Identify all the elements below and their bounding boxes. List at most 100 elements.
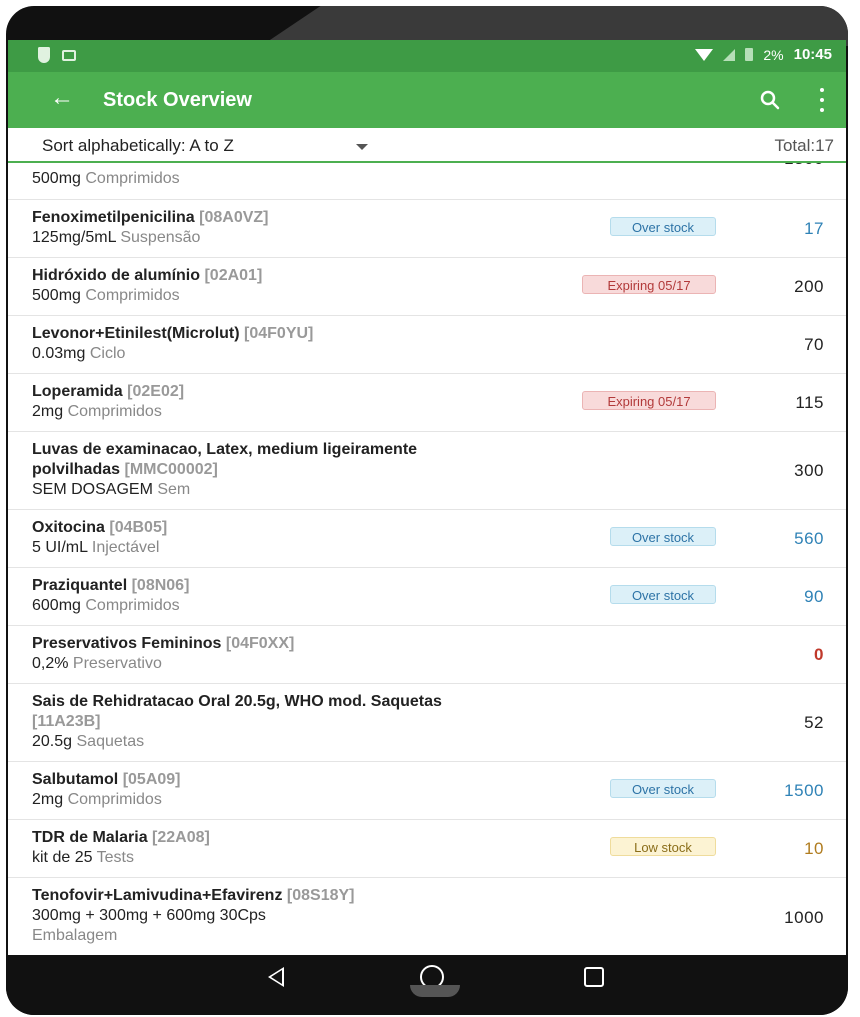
stock-list[interactable]: 500mg Comprimidos 1300 Fenoximetilpenici… [8, 163, 846, 955]
item-name-label: Sais de Rehidratacao Oral 20.5g, WHO mod… [32, 693, 442, 710]
status-bar: 2% 10:45 [8, 40, 846, 72]
item-code: [MMC00002] [124, 461, 218, 478]
status-badge: Over stock [610, 217, 716, 236]
item-code: [08N06] [131, 577, 190, 594]
item-unit: Tests [96, 849, 134, 866]
item-dose-value: 125mg/5mL [32, 229, 116, 246]
item-dose: 5 UI/mL Injectável [32, 538, 596, 558]
list-item[interactable]: Levonor+Etinilest(Microlut) [04F0YU] 0.03… [8, 316, 846, 374]
item-dose: 0.03mg Ciclo [32, 344, 596, 364]
list-item[interactable]: Hidróxido de alumínio [02A01] 500mg Compr… [8, 258, 846, 316]
item-code: [02A01] [204, 267, 263, 284]
item-dose: 500mg Comprimidos [32, 170, 180, 187]
item-name-label: Oxitocina [32, 519, 105, 536]
item-text: Fenoximetilpenicilina [08A0VZ] 125mg/5mL … [32, 208, 596, 248]
item-quantity: 1500 [784, 781, 824, 800]
item-name-label: Preservativos Femininos [32, 635, 222, 652]
item-dose: 500mg Comprimidos [32, 286, 596, 306]
item-code: [11A23B] [32, 713, 101, 730]
list-item[interactable]: Praziquantel [08N06] 600mg Comprimidos Ove… [8, 568, 846, 626]
item-dose-value: 0,2% [32, 655, 69, 672]
item-unit: Ciclo [89, 345, 126, 362]
item-dose-value: 20.5g [32, 733, 73, 750]
app-bar: ← Stock Overview [8, 72, 846, 128]
item-code: [08S18Y] [286, 887, 355, 904]
screen: 2% 10:45 ← Stock Overview Sort alphabeti… [8, 40, 846, 955]
list-item[interactable]: Loperamida [02E02] 2mg Comprimidos Expirin… [8, 374, 846, 432]
list-item[interactable]: Fenoximetilpenicilina [08A0VZ] 125mg/5mL … [8, 200, 846, 258]
item-dose: SEM DOSAGEM Sem [32, 480, 466, 500]
item-name: Luvas de examinacao, Latex, medium ligei… [32, 440, 466, 480]
list-item[interactable]: Salbutamol [05A09] 2mg Comprimidos Over st… [8, 762, 846, 820]
item-dose: 2mg Comprimidos [32, 790, 596, 810]
item-name: Oxitocina [04B05] [32, 518, 596, 538]
item-name-label: TDR de Malaria [32, 829, 148, 846]
wifi-icon [695, 48, 714, 61]
status-time: 10:45 [793, 46, 832, 63]
more-options-icon[interactable] [818, 88, 826, 112]
battery-icon [745, 48, 754, 61]
item-unit: Embalagem [32, 927, 118, 944]
item-code: [05A09] [122, 771, 181, 788]
item-dose-value: SEM DOSAGEM [32, 481, 153, 498]
item-name-label: Loperamida [32, 383, 123, 400]
item-name-label: Tenofovir+Lamivudina+Efavirenz [32, 887, 283, 904]
status-badge: Over stock [610, 779, 716, 798]
item-unit: Injectável [91, 539, 160, 556]
item-text: Preservativos Femininos [04F0XX] 0,2% Pre… [32, 634, 596, 674]
item-name: Tenofovir+Lamivudina+Efavirenz [08S18Y] [32, 886, 476, 906]
item-name: Loperamida [02E02] [32, 382, 596, 402]
item-code: [02E02] [127, 383, 185, 400]
item-text: Loperamida [02E02] 2mg Comprimidos [32, 382, 596, 422]
image-notification-icon [62, 49, 76, 61]
item-code: [22A08] [152, 829, 210, 846]
list-item[interactable]: Preservativos Femininos [04F0XX] 0,2% Pre… [8, 626, 846, 684]
nav-recents-icon[interactable] [584, 967, 604, 987]
item-dose: 600mg Comprimidos [32, 596, 596, 616]
back-arrow-icon[interactable]: ← [50, 86, 74, 110]
nav-back-icon[interactable] [268, 967, 284, 987]
item-quantity: 300 [794, 461, 824, 480]
item-quantity: 52 [804, 713, 824, 732]
item-dose-value: 300mg + 300mg + 600mg 30Cps [32, 907, 266, 924]
item-dose: 125mg/5mL Suspensão [32, 228, 596, 248]
item-unit: Sem [157, 481, 191, 498]
chevron-down-icon[interactable] [356, 144, 368, 150]
list-item[interactable]: Sais de Rehidratacao Oral 20.5g, WHO mod… [8, 684, 846, 762]
search-icon[interactable] [756, 86, 784, 114]
item-dose-value: kit de 25 [32, 849, 93, 866]
list-item[interactable]: Oxitocina [04B05] 5 UI/mL Injectável Over … [8, 510, 846, 568]
item-dose: kit de 25 Tests [32, 848, 596, 868]
list-item[interactable]: TDR de Malaria [22A08] kit de 25 Tests Low… [8, 820, 846, 878]
item-quantity: 0 [814, 645, 824, 664]
item-name: Sais de Rehidratacao Oral 20.5g, WHO mod… [32, 692, 466, 732]
item-quantity: 560 [794, 529, 824, 548]
status-badge: Over stock [610, 527, 716, 546]
item-name: Hidróxido de alumínio [02A01] [32, 266, 596, 286]
item-dose-value: 0.03mg [32, 345, 86, 362]
status-badge: Over stock [610, 585, 716, 604]
item-unit: Comprimidos [85, 287, 180, 304]
list-item[interactable]: 500mg Comprimidos 1300 [8, 163, 846, 200]
item-dose-value: 2mg [32, 791, 64, 808]
item-text: Sais de Rehidratacao Oral 20.5g, WHO mod… [32, 692, 466, 752]
item-dose: 2mg Comprimidos [32, 402, 596, 422]
item-code: [04F0XX] [225, 635, 295, 652]
item-quantity: 200 [794, 277, 824, 296]
sort-bar: Sort alphabetically: A to Z Total:17 [8, 128, 846, 163]
home-indicator [410, 985, 460, 997]
sort-dropdown[interactable]: Sort alphabetically: A to Z [42, 136, 234, 156]
item-text: Levonor+Etinilest(Microlut) [04F0YU] 0.03… [32, 324, 596, 364]
item-unit: Comprimidos [85, 597, 180, 614]
item-text: Tenofovir+Lamivudina+Efavirenz [08S18Y] 3… [32, 886, 476, 946]
list-item[interactable]: Tenofovir+Lamivudina+Efavirenz [08S18Y] 3… [8, 878, 846, 955]
item-quantity: 115 [795, 393, 824, 412]
list-item[interactable]: Luvas de examinacao, Latex, medium ligei… [8, 432, 846, 510]
item-name-label: Hidróxido de alumínio [32, 267, 201, 284]
signal-icon [723, 48, 736, 61]
item-dose: 300mg + 300mg + 600mg 30Cps Embalagem [32, 906, 476, 946]
item-dose: 20.5g Saquetas [32, 732, 466, 752]
item-unit: Comprimidos [67, 403, 162, 420]
item-text: Luvas de examinacao, Latex, medium ligei… [32, 440, 466, 500]
total-count: Total:17 [774, 136, 834, 155]
